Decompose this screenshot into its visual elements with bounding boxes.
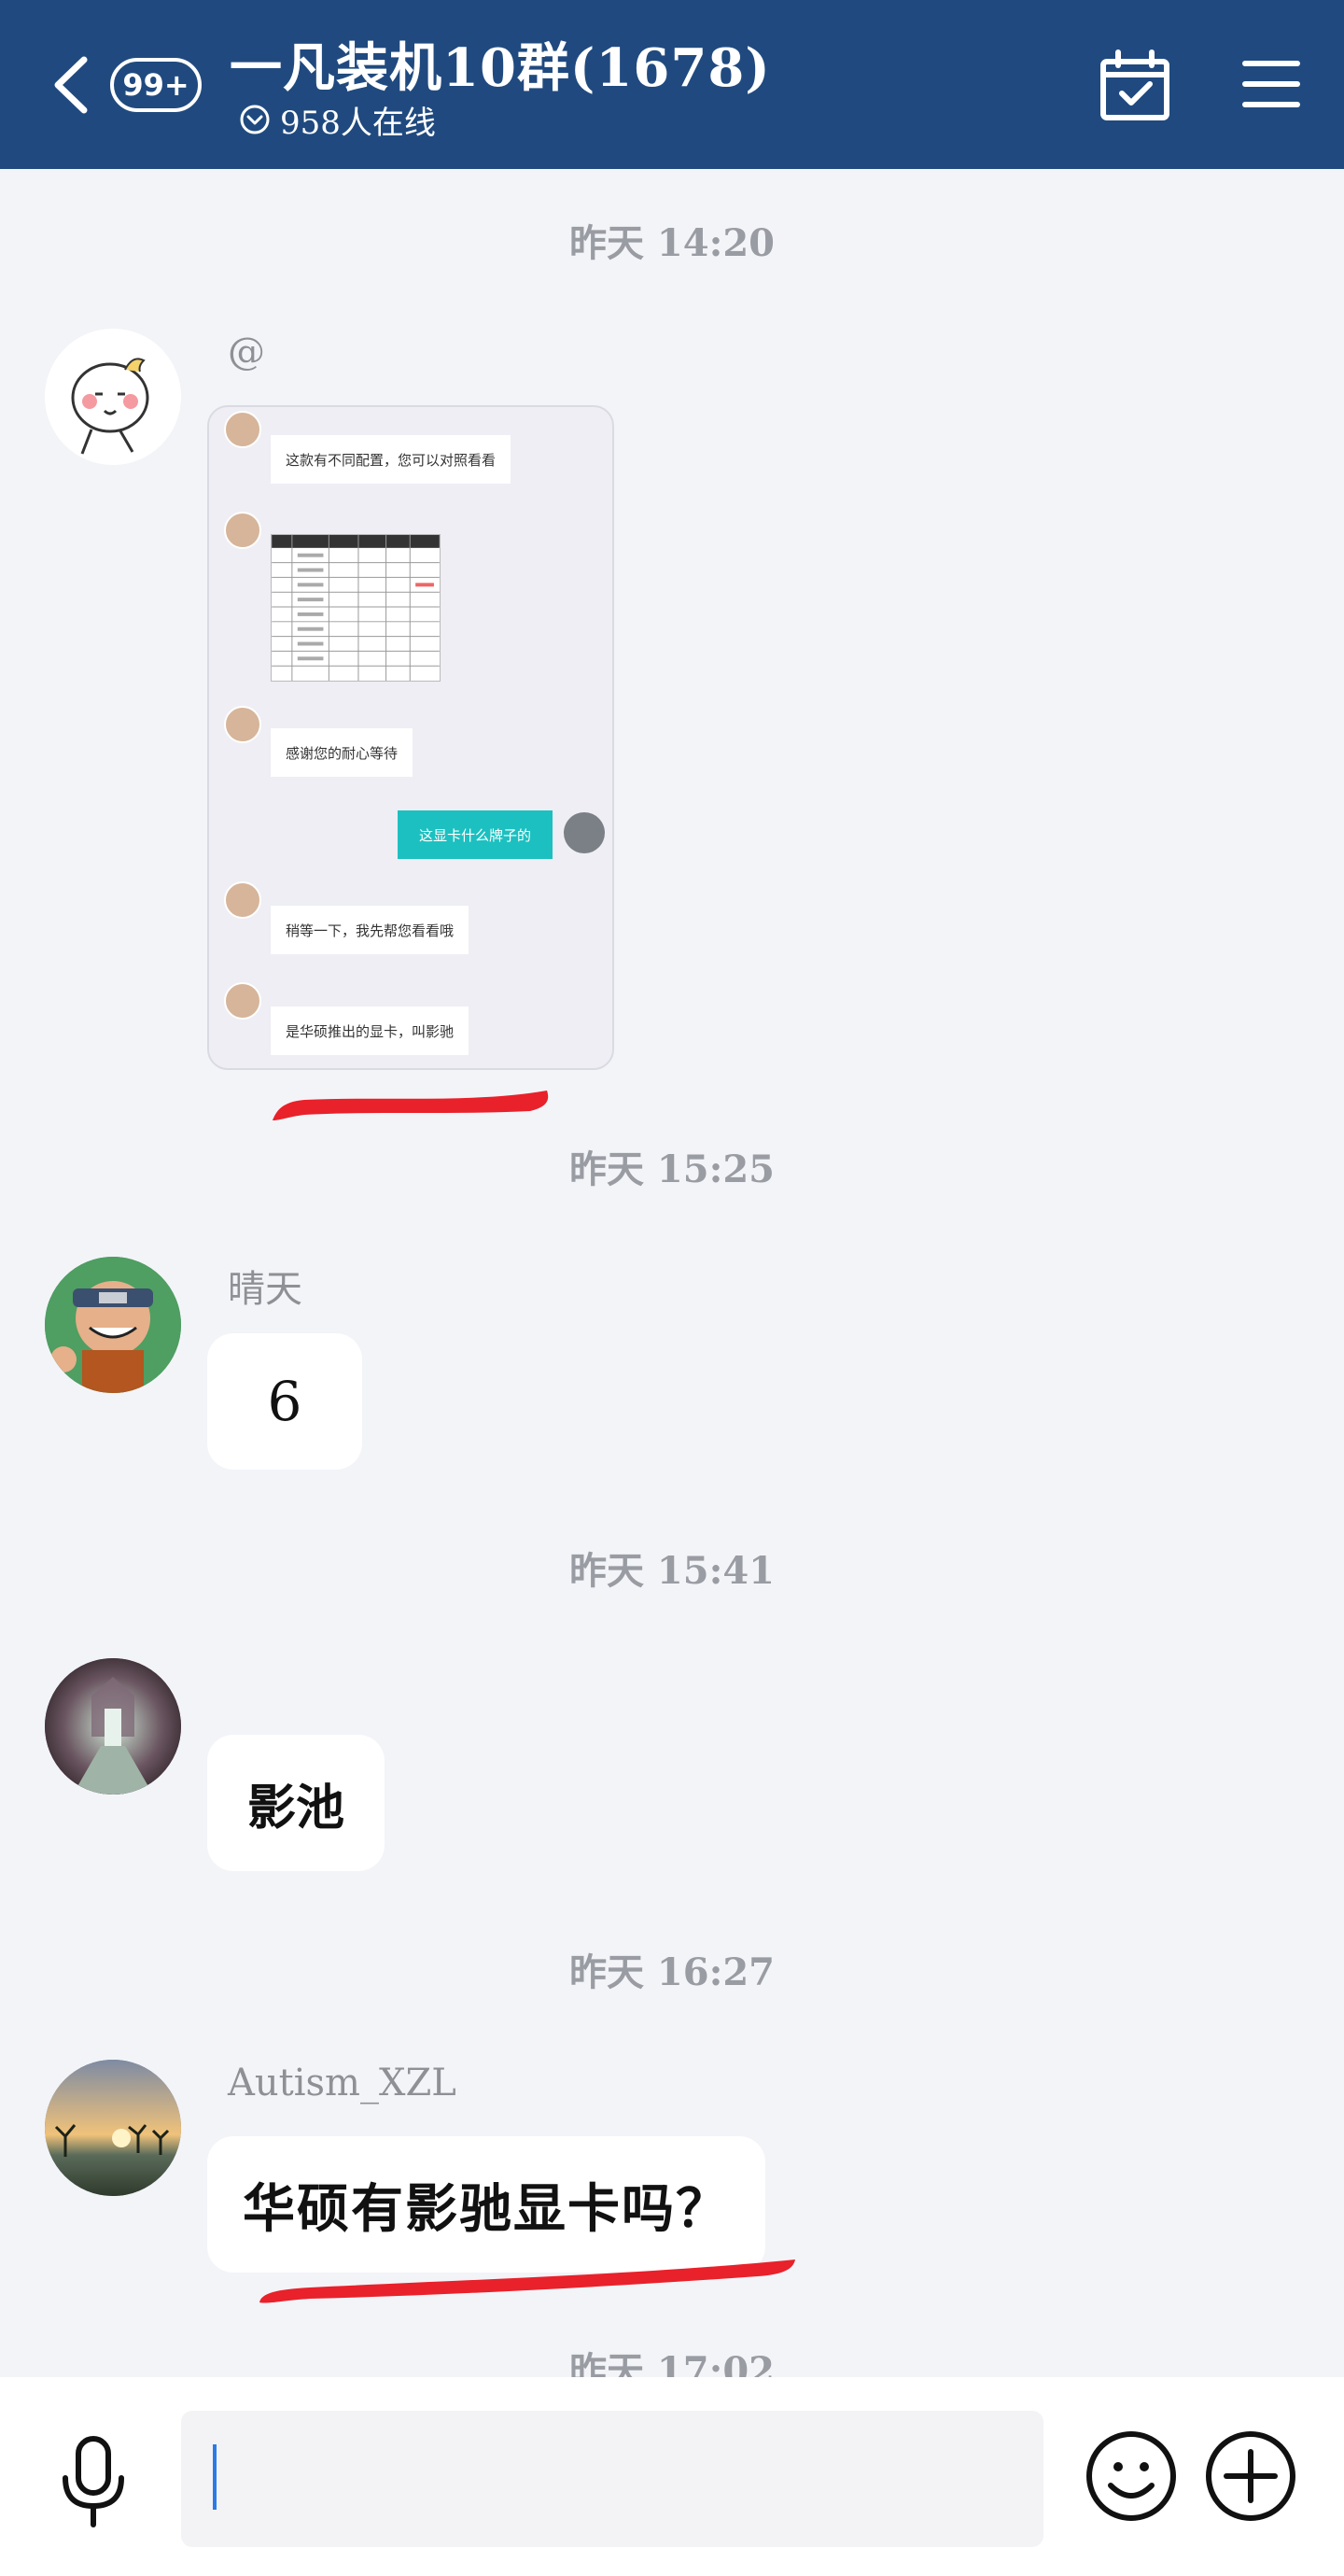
- image-chat-line: 这款有不同配置，您可以对照看看: [271, 435, 511, 484]
- avatar[interactable]: [45, 1658, 181, 1795]
- sender-name: Autism_XZL: [228, 2062, 456, 2104]
- avatar: [224, 881, 261, 919]
- image-chat-line-self: 这显卡什么牌子的: [398, 810, 553, 859]
- message-bubble[interactable]: 6: [207, 1333, 362, 1470]
- red-underline-annotation: [259, 2259, 795, 2303]
- image-message[interactable]: 这款有不同配置，您可以对照看看 感谢您的耐心等待 这显卡什么牌子的 稍等一下，我…: [207, 405, 614, 1070]
- avatar: [224, 512, 261, 549]
- image-sender-name: [271, 411, 274, 424]
- avatar: [224, 982, 261, 1020]
- message-bubble[interactable]: 华硕有影驰显卡吗？: [207, 2136, 765, 2273]
- text-caret: [213, 2444, 217, 2510]
- hamburger-menu-icon[interactable]: [1241, 54, 1301, 114]
- church-interior-avatar-icon: [45, 1658, 181, 1795]
- image-chat-line: 稍等一下，我先帮您看看哦: [271, 906, 469, 954]
- ninja-avatar-icon: [45, 1257, 181, 1393]
- timestamp: 昨天 16:27: [568, 1950, 776, 1994]
- avatar: [564, 812, 605, 853]
- cartoon-avatar-icon: [45, 329, 181, 465]
- chevron-circle-icon: [240, 105, 270, 134]
- avatar[interactable]: [45, 2060, 181, 2196]
- online-count[interactable]: 958人在线: [239, 97, 436, 142]
- sender-name: @: [228, 331, 265, 373]
- chat-header: 99+ 一凡装机10群(1678) 958人在线: [0, 0, 1344, 169]
- timestamp: 昨天 17:02: [568, 2349, 776, 2377]
- online-count-label: 958人在线: [280, 104, 436, 142]
- read-indicator: [370, 837, 373, 849]
- avatar[interactable]: [45, 1257, 181, 1393]
- timestamp: 昨天 15:41: [568, 1549, 776, 1593]
- microphone-icon[interactable]: [58, 2435, 129, 2528]
- emoji-icon[interactable]: [1085, 2429, 1178, 2523]
- plus-icon[interactable]: [1204, 2429, 1297, 2523]
- message-bubble[interactable]: 影池: [207, 1735, 385, 1871]
- sunset-landscape-avatar-icon: [45, 2060, 181, 2196]
- message-input[interactable]: [181, 2411, 1043, 2547]
- sender-name: 晴天: [228, 1268, 302, 1311]
- calendar-check-icon[interactable]: [1098, 49, 1172, 123]
- avatar[interactable]: [45, 329, 181, 465]
- unread-badge[interactable]: 99+: [110, 58, 202, 112]
- avatar: [224, 411, 261, 448]
- back-arrow-icon[interactable]: [49, 54, 91, 116]
- spec-table-thumbnail: [271, 534, 441, 682]
- table-grid-icon: [272, 535, 440, 681]
- timestamp: 昨天 14:20: [568, 221, 776, 265]
- avatar: [224, 706, 261, 743]
- input-bar: [0, 2377, 1344, 2576]
- image-chat-line: 是华硕推出的显卡，叫影驰: [271, 1006, 469, 1055]
- image-chat-line: 感谢您的耐心等待: [271, 728, 413, 777]
- group-title[interactable]: 一凡装机10群(1678): [230, 26, 771, 102]
- red-underline-annotation: [273, 1091, 549, 1120]
- timestamp: 昨天 15:25: [568, 1147, 776, 1191]
